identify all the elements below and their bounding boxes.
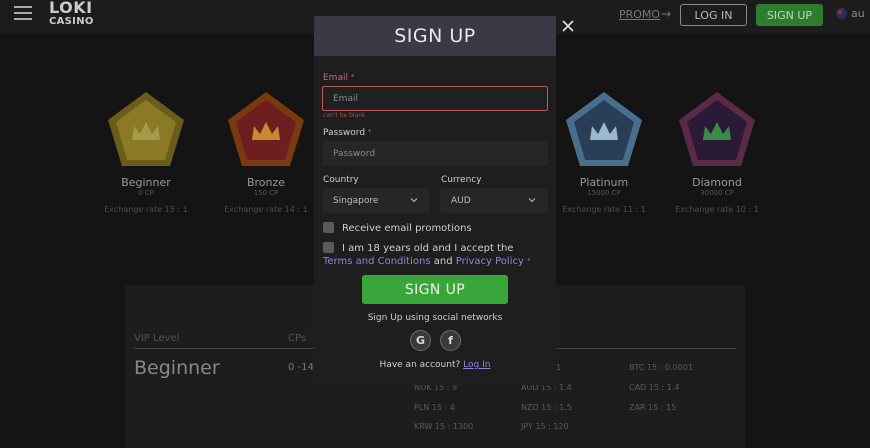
badge-cp: 30000 CP <box>700 189 734 197</box>
chevron-down-icon <box>528 198 536 203</box>
login-link[interactable]: Log In <box>463 360 490 370</box>
terms-link[interactable]: Terms and Conditions <box>323 256 431 267</box>
logo-line1: LOKI <box>49 0 93 17</box>
google-icon[interactable]: G <box>410 330 431 351</box>
terms-prefix: I am 18 years old and I accept the <box>342 243 514 254</box>
signup-submit-button[interactable]: SIGN UP <box>362 275 508 304</box>
facebook-icon[interactable]: f <box>440 330 461 351</box>
chevron-down-icon <box>410 198 418 203</box>
badge-platinum: Platinum 15000 CP Exchange rate 11 : 1 <box>548 90 660 214</box>
currency-label: Currency <box>441 175 482 185</box>
exchange-rate: BTC 15 : 0.0001 <box>629 363 693 372</box>
vip-level-name: Beginner <box>134 357 220 379</box>
promotions-label: Receive email promotions <box>342 223 472 234</box>
terms-and: and <box>430 256 456 267</box>
badge-cp: 0 CP <box>138 189 154 197</box>
crown-gem-icon <box>566 92 642 166</box>
modal-header: SIGN UP <box>314 16 556 56</box>
exchange-rate: KRW 15 : 1300 <box>414 422 474 431</box>
badge-rate: Exchange rate 15 : 1 <box>104 205 188 214</box>
language-selector[interactable]: au <box>851 7 865 20</box>
badge-rate: Exchange rate 14 : 1 <box>224 205 308 214</box>
social-signup-text: Sign Up using social networks <box>367 313 503 323</box>
badge-cp: 150 CP <box>253 189 279 197</box>
badge-name: Platinum <box>579 176 629 189</box>
country-value: Singapore <box>333 195 379 206</box>
country-label: Country <box>323 175 359 185</box>
currency-value: AUD <box>451 195 471 206</box>
close-icon[interactable] <box>560 18 576 34</box>
badge-name: Beginner <box>121 176 171 189</box>
exchange-rate: JPY 15 : 120 <box>521 422 569 431</box>
exchange-rate: NZD 15 : 1.5 <box>521 403 572 412</box>
terms-label: I am 18 years old and I accept the Terms… <box>323 242 545 268</box>
exchange-rate: 1 <box>556 363 562 372</box>
logo-line2: CASINO <box>49 16 94 27</box>
email-error: can't be blank <box>323 112 366 119</box>
privacy-link[interactable]: Privacy Policy <box>456 256 524 267</box>
badge-rate: Exchange rate 10 : 1 <box>675 205 759 214</box>
required-mark: * <box>367 128 372 136</box>
badge-diamond: Diamond 30000 CP Exchange rate 10 : 1 <box>661 90 773 214</box>
have-account-text: Have an account? <box>379 360 461 370</box>
modal-title: SIGN UP <box>394 25 476 47</box>
flag-icon[interactable] <box>836 8 847 19</box>
have-account-row: Have an account? Log In <box>314 360 556 370</box>
exchange-rate: PLN 15 : 4 <box>414 403 455 412</box>
country-select[interactable]: Singapore <box>322 188 430 213</box>
crown-gem-icon <box>679 92 755 166</box>
password-label: Password * <box>323 128 371 138</box>
crown-gem-icon <box>108 92 184 166</box>
email-label: Email * <box>323 73 354 83</box>
badge-bronze: Bronze 150 CP Exchange rate 14 : 1 <box>210 90 322 214</box>
exchange-rate: ZAR 15 : 15 <box>629 403 677 412</box>
password-label-text: Password <box>323 128 366 138</box>
email-field[interactable] <box>322 86 548 111</box>
crown-gem-icon <box>228 92 304 166</box>
badge-beginner: Beginner 0 CP Exchange rate 15 : 1 <box>90 90 202 214</box>
login-button[interactable]: LOG IN <box>680 4 747 26</box>
vip-header-cps: CPs <box>288 333 307 344</box>
signup-button-top[interactable]: SIGN UP <box>756 4 823 26</box>
badge-cp: 15000 CP <box>587 189 621 197</box>
badge-rate: Exchange rate 11 : 1 <box>562 205 646 214</box>
vip-header-level: VIP Level <box>134 333 180 344</box>
exchange-rate: CAD 15 : 1.4 <box>629 383 680 392</box>
menu-icon[interactable] <box>14 6 32 21</box>
required-mark: * <box>350 73 355 81</box>
badge-name: Bronze <box>246 176 286 189</box>
currency-select[interactable]: AUD <box>440 188 548 213</box>
promo-link[interactable]: PROMO <box>619 8 660 21</box>
required-mark: * <box>527 257 531 265</box>
logo[interactable]: LOKI CASINO <box>49 0 94 28</box>
email-label-text: Email <box>323 73 348 83</box>
badge-name: Diamond <box>692 176 742 189</box>
promotions-checkbox[interactable] <box>323 222 334 233</box>
arrow-right-icon: → <box>661 7 672 21</box>
password-field[interactable] <box>322 141 548 166</box>
